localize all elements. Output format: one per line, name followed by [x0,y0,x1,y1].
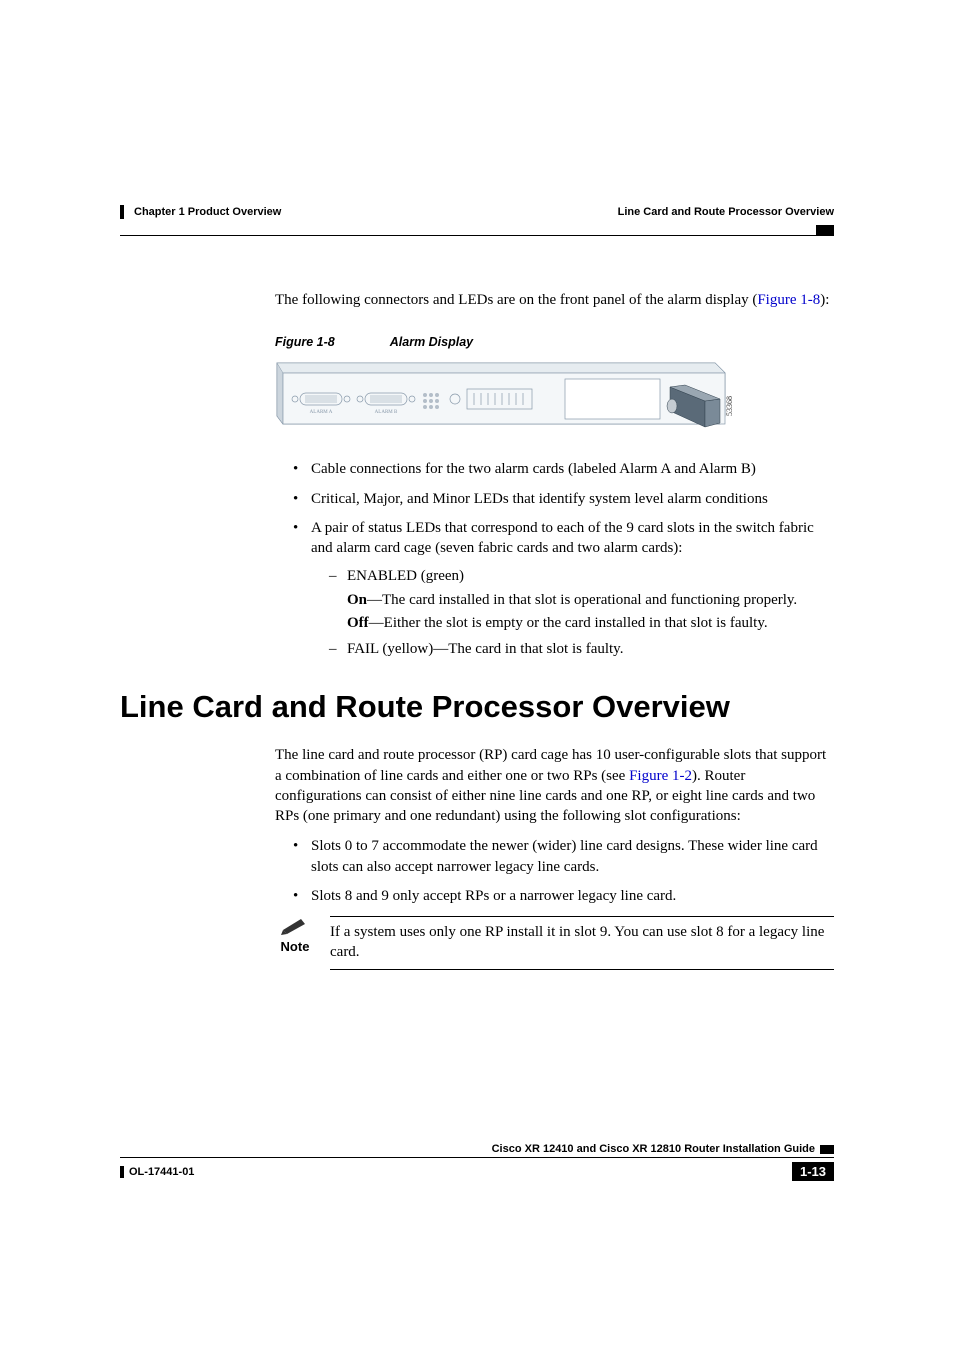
note-icon-column: Note [275,916,315,970]
off-description: Off—Either the slot is empty or the card… [347,613,834,633]
figure-number: Figure 1-8 [275,335,335,349]
note-text: If a system uses only one RP install it … [330,922,834,969]
off-text: —Either the slot is empty or the card in… [369,615,768,631]
section-heading: Line Card and Route Processor Overview [120,689,834,725]
note-divider-bottom [330,969,834,970]
note-block: Note If a system uses only one RP instal… [275,916,834,970]
enabled-label: ENABLED (green) [347,568,464,584]
footer-left: OL-17441-01 [120,1166,194,1178]
list-item-text: A pair of status LEDs that correspond to… [311,520,814,556]
footer-bottom: OL-17441-01 1-13 [120,1162,834,1181]
on-label: On [347,592,367,608]
sub-list-item: ENABLED (green) On—The card installed in… [329,566,834,633]
figure-alarm-display: ALARM A ALARM B [275,361,834,441]
alarm-display-diagram-icon: ALARM A ALARM B [275,361,735,441]
doc-id: OL-17441-01 [129,1166,194,1178]
footer-title-row: Cisco XR 12410 and Cisco XR 12810 Router… [120,1143,834,1155]
header-divider [120,222,834,236]
section-label: Line Card and Route Processor Overview [618,206,834,218]
figure-caption: Figure 1-8 Alarm Display [275,335,834,349]
list-item: Cable connections for the two alarm card… [293,459,834,479]
sub-list-item: FAIL (yellow)—The card in that slot is f… [329,639,834,659]
footer-divider [120,1157,834,1158]
on-description: On—The card installed in that slot is op… [347,590,834,610]
list-item: Slots 0 to 7 accommodate the newer (wide… [293,836,834,877]
feature-list: Cable connections for the two alarm card… [275,459,834,659]
on-text: —The card installed in that slot is oper… [367,592,797,608]
alarm-b-label: ALARM B [375,410,398,415]
pencil-note-icon [281,916,309,936]
figure-link[interactable]: Figure 1-2 [629,768,692,784]
page-header: Chapter 1 Product Overview Line Card and… [120,205,834,219]
figure-link[interactable]: Figure 1-8 [757,292,820,308]
intro-text: The following connectors and LEDs are on… [275,292,757,308]
footer-marker-icon [820,1145,834,1154]
intro-after: ): [820,292,829,308]
sub-list: ENABLED (green) On—The card installed in… [311,566,834,659]
footer-bar-icon [120,1166,124,1178]
note-content: If a system uses only one RP install it … [330,916,834,970]
intro-paragraph: The following connectors and LEDs are on… [275,290,834,310]
off-label: Off [347,615,369,631]
header-right-marker-icon [816,225,834,235]
header-left: Chapter 1 Product Overview [120,205,281,219]
list-item: Critical, Major, and Minor LEDs that ide… [293,489,834,509]
list-item: A pair of status LEDs that correspond to… [293,518,834,660]
main-paragraph: The line card and route processor (RP) c… [275,745,834,826]
figure-title: Alarm Display [390,335,473,349]
header-bar-icon [120,205,124,219]
chapter-label: Chapter 1 Product Overview [134,206,281,218]
figure-id-label: 53368 [725,396,734,416]
list-item: Slots 8 and 9 only accept RPs or a narro… [293,886,834,906]
note-divider-top [330,916,834,917]
alarm-a-label: ALARM A [310,410,333,415]
page-number: 1-13 [792,1162,834,1181]
page-footer: Cisco XR 12410 and Cisco XR 12810 Router… [120,1143,834,1181]
slot-config-list: Slots 0 to 7 accommodate the newer (wide… [275,836,834,906]
guide-title: Cisco XR 12410 and Cisco XR 12810 Router… [492,1143,815,1155]
note-label: Note [275,939,315,954]
